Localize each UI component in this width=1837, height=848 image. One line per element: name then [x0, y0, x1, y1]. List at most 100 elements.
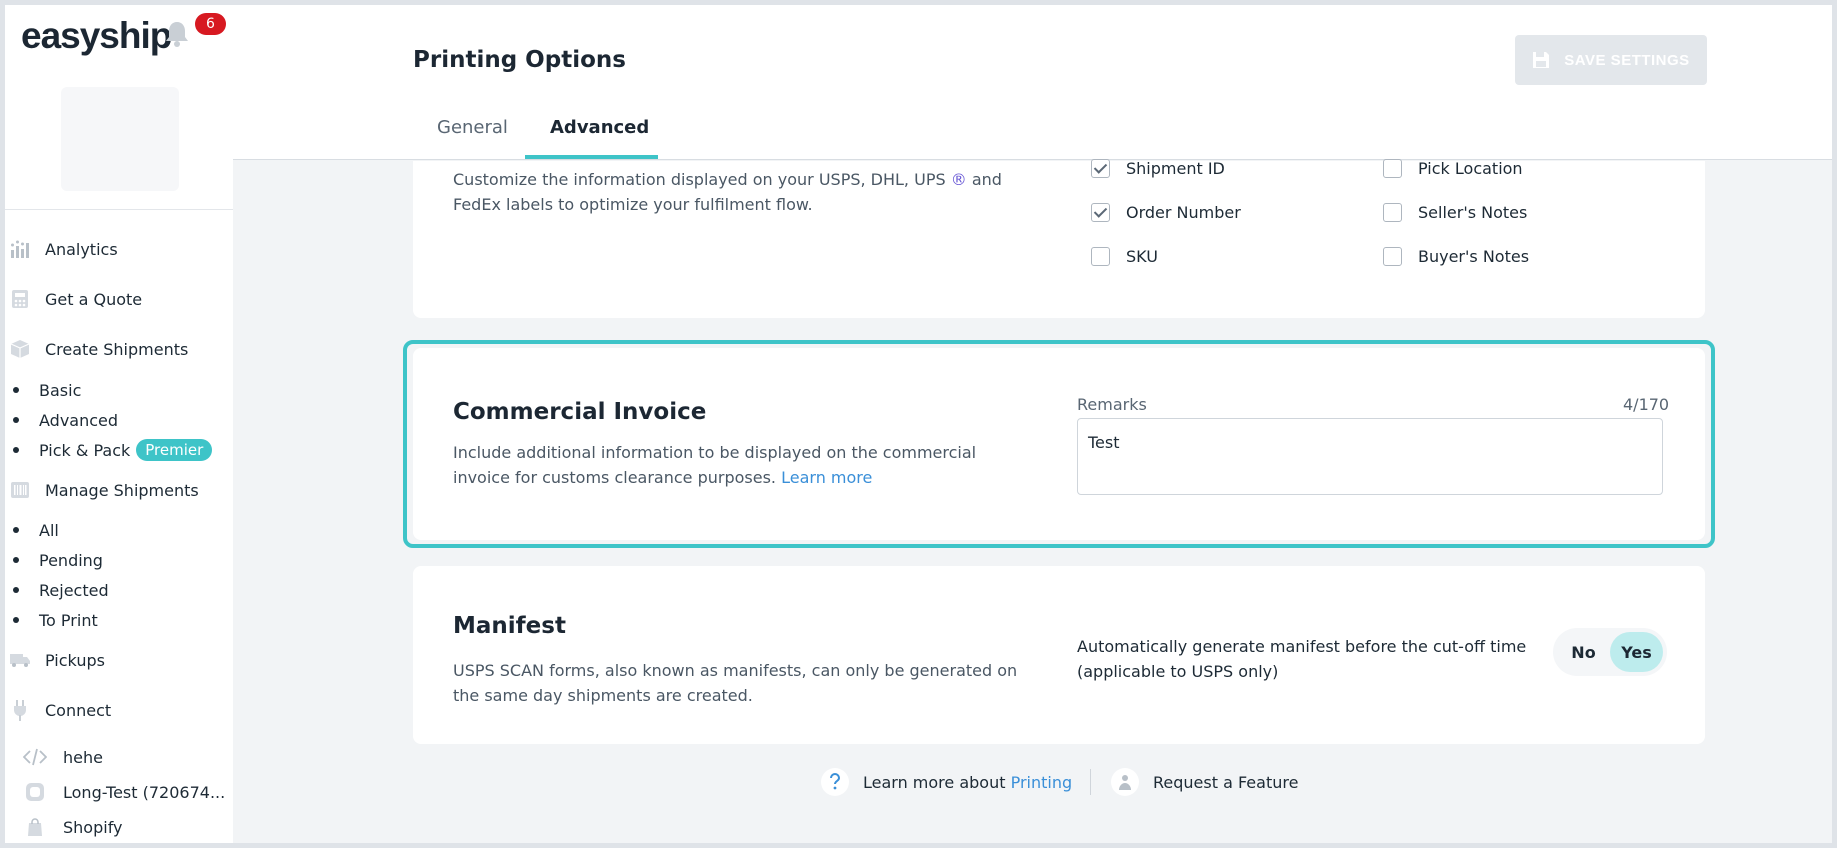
- sidebar-divider: [5, 209, 233, 210]
- option-pick-location[interactable]: Pick Location: [1383, 159, 1523, 178]
- sidebar-item-label: Get a Quote: [45, 289, 143, 309]
- manifest-title: Manifest: [453, 613, 566, 639]
- request-feature-label: Request a Feature: [1153, 772, 1299, 792]
- printing-link[interactable]: Printing: [1011, 773, 1073, 792]
- store-item-label: hehe: [63, 747, 103, 767]
- shipment-id-checkbox[interactable]: [1091, 159, 1110, 178]
- option-order-number[interactable]: Order Number: [1091, 203, 1241, 222]
- auto-manifest-question: Automatically generate manifest before t…: [1077, 637, 1527, 681]
- sidebar-subitem-all[interactable]: All: [13, 518, 59, 542]
- sidebar-subitem-rejected[interactable]: Rejected: [13, 578, 109, 602]
- toggle-option-no[interactable]: No: [1557, 632, 1610, 672]
- company-logo-placeholder: [61, 87, 179, 191]
- sidebar-subitem-basic[interactable]: Basic: [13, 378, 81, 402]
- option-buyers-notes[interactable]: Buyer's Notes: [1383, 247, 1529, 266]
- truck-icon: [9, 649, 31, 671]
- sidebar-subitem-label: Rejected: [39, 580, 109, 600]
- bullet: [13, 447, 19, 453]
- box-icon: [9, 338, 31, 360]
- manifest-card: Manifest USPS SCAN forms, also known as …: [413, 566, 1705, 744]
- sidebar-subitem-label: To Print: [39, 610, 98, 630]
- easyship-logo[interactable]: easyship: [21, 15, 172, 57]
- bullet: [13, 417, 19, 423]
- commercial-invoice-card: Commercial Invoice Include additional in…: [413, 348, 1705, 540]
- label-options-card: Customize the information displayed on y…: [413, 159, 1705, 318]
- option-label: Pick Location: [1418, 159, 1523, 178]
- question-icon: [821, 768, 849, 796]
- sidebar: easyship 6 Analytics Get a Quote Create …: [5, 5, 233, 843]
- sidebar-item-label: Manage Shipments: [45, 480, 199, 500]
- commercial-invoice-title: Commercial Invoice: [453, 399, 707, 425]
- description-text: Include additional information to be dis…: [453, 443, 977, 487]
- sidebar-subitem-pending[interactable]: Pending: [13, 548, 103, 572]
- sidebar-subitem-advanced[interactable]: Advanced: [13, 408, 118, 432]
- tab-general[interactable]: General: [437, 117, 508, 155]
- sidebar-item-connect[interactable]: Connect: [5, 695, 111, 725]
- option-label: Seller's Notes: [1418, 203, 1528, 222]
- page-title: Printing Options: [413, 47, 626, 73]
- store-item-label: Shopify: [63, 817, 123, 837]
- remarks-label: Remarks: [1077, 395, 1147, 414]
- option-label: Buyer's Notes: [1418, 247, 1530, 266]
- logo-row: easyship: [21, 13, 172, 59]
- barcode-icon: [9, 479, 31, 501]
- sidebar-item-label: Pickups: [45, 650, 105, 670]
- description-text: and: [971, 170, 1002, 189]
- sidebar-item-analytics[interactable]: Analytics: [5, 234, 118, 264]
- sidebar-item-create-shipments[interactable]: Create Shipments: [5, 334, 188, 364]
- label-options-description: Customize the information displayed on y…: [453, 167, 1053, 217]
- commercial-invoice-description: Include additional information to be dis…: [453, 440, 1013, 490]
- premier-badge: Premier: [136, 439, 213, 461]
- sidebar-subitem-label: Advanced: [39, 410, 119, 430]
- store-item-shopify[interactable]: Shopify: [23, 814, 123, 840]
- learn-more-prefix: Learn more about: [863, 772, 1006, 792]
- sidebar-subitem-label: Basic: [39, 380, 82, 400]
- sidebar-subitem-pick-pack[interactable]: Pick & Pack Premier: [13, 438, 213, 462]
- bullet: [13, 557, 19, 563]
- store-item-long-test[interactable]: Long-Test (720674...: [23, 779, 225, 805]
- sidebar-subitem-label: Pick & Pack: [39, 440, 131, 460]
- option-shipment-id[interactable]: Shipment ID: [1091, 159, 1225, 178]
- tab-advanced[interactable]: Advanced: [550, 117, 649, 155]
- notification-badge[interactable]: 6: [195, 13, 226, 35]
- active-tab-indicator: [525, 155, 658, 159]
- save-settings-button[interactable]: SAVE SETTINGS: [1515, 35, 1707, 85]
- sellers-notes-checkbox[interactable]: [1383, 203, 1402, 222]
- manifest-description: USPS SCAN forms, also known as manifests…: [453, 661, 1018, 705]
- floppy-disk-icon: [1533, 52, 1550, 68]
- learn-more-printing: Learn more about Printing: [821, 767, 1072, 797]
- toggle-option-yes[interactable]: Yes: [1610, 632, 1663, 672]
- request-feature-link[interactable]: Request a Feature: [1111, 767, 1298, 797]
- app-window: easyship 6 Analytics Get a Quote Create …: [5, 5, 1832, 843]
- bell-icon[interactable]: [163, 19, 191, 49]
- learn-more-link[interactable]: Learn more: [781, 468, 872, 487]
- sidebar-subitem-to-print[interactable]: To Print: [13, 608, 98, 632]
- buyers-notes-checkbox[interactable]: [1383, 247, 1402, 266]
- page-header: Printing Options SAVE SETTINGS General A…: [233, 5, 1832, 160]
- pick-location-checkbox[interactable]: [1383, 159, 1402, 178]
- save-settings-label: SAVE SETTINGS: [1564, 51, 1690, 69]
- sidebar-item-manage-shipments[interactable]: Manage Shipments: [5, 475, 199, 505]
- sidebar-item-pickups[interactable]: Pickups: [5, 645, 105, 675]
- sku-checkbox[interactable]: [1091, 247, 1110, 266]
- store-item-hehe[interactable]: hehe: [23, 744, 103, 770]
- shopify-icon: [23, 816, 47, 838]
- sidebar-item-label: Connect: [45, 700, 112, 720]
- calculator-icon: [9, 288, 31, 310]
- bullet: [13, 587, 19, 593]
- footer-divider: [1090, 769, 1091, 795]
- code-icon: [23, 746, 47, 768]
- feature-request-icon: [1111, 768, 1139, 796]
- option-label: SKU: [1126, 247, 1158, 266]
- order-number-checkbox[interactable]: [1091, 203, 1110, 222]
- registered-mark: ®: [950, 170, 967, 189]
- bullet: [13, 387, 19, 393]
- option-sku[interactable]: SKU: [1091, 247, 1158, 266]
- auto-manifest-toggle[interactable]: No Yes: [1553, 628, 1667, 676]
- bullet: [13, 527, 19, 533]
- sidebar-subitem-label: All: [39, 520, 59, 540]
- option-sellers-notes[interactable]: Seller's Notes: [1383, 203, 1527, 222]
- sidebar-item-get-a-quote[interactable]: Get a Quote: [5, 284, 142, 314]
- remarks-textarea[interactable]: Test: [1077, 418, 1663, 495]
- option-label: Order Number: [1126, 203, 1241, 222]
